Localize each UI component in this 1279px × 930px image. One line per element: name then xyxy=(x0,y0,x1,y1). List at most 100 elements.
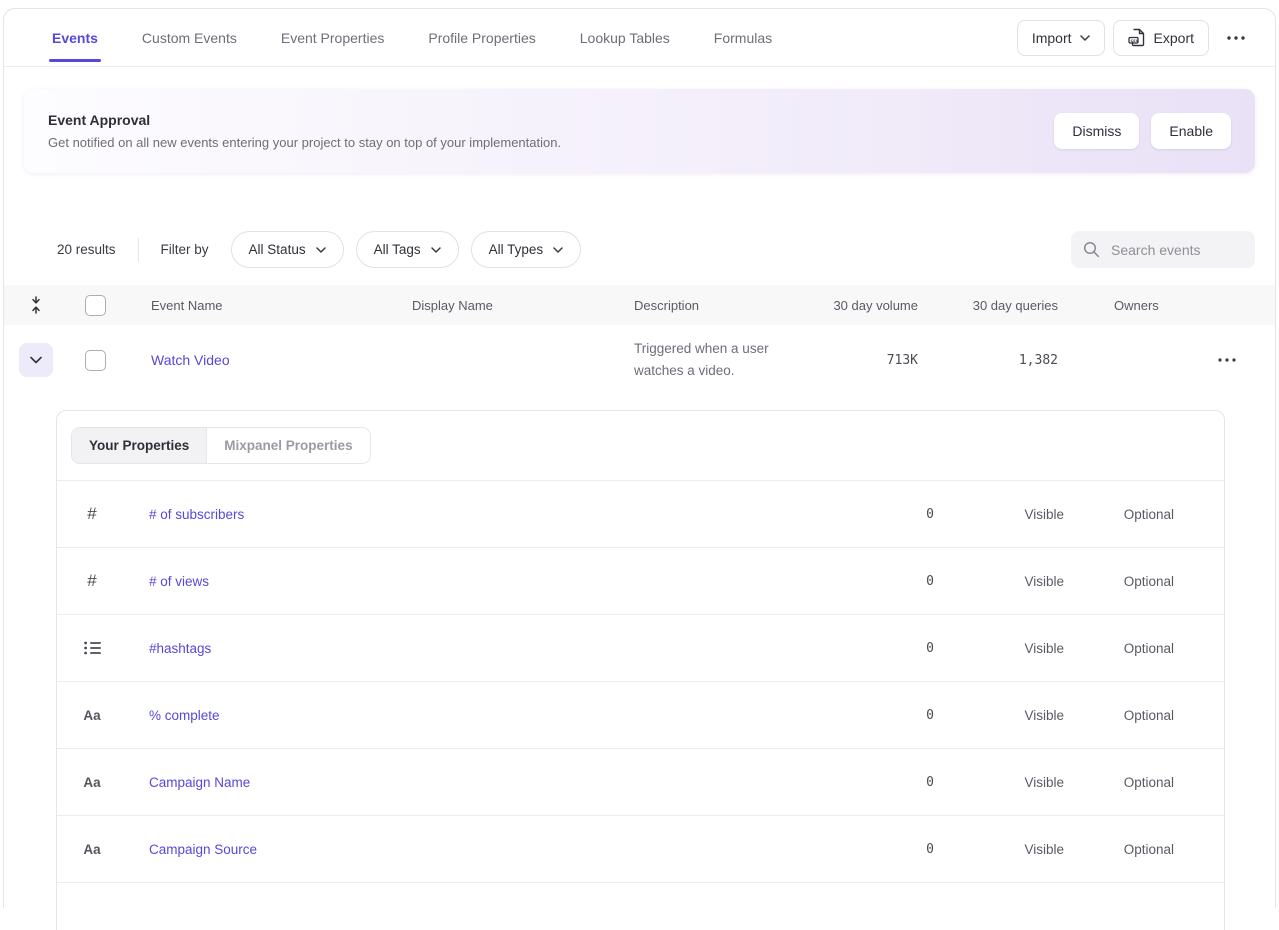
filter-dropdown-label: All Status xyxy=(249,242,306,257)
header-event-name: Event Name xyxy=(124,298,404,313)
svg-text:csv: csv xyxy=(1130,39,1138,44)
property-name-link[interactable]: % complete xyxy=(127,708,814,723)
event-30-day-volume: 713K xyxy=(818,353,918,368)
event-30-day-queries: 1,382 xyxy=(918,353,1058,368)
collapse-all-icon xyxy=(29,296,43,314)
property-name-link[interactable]: # of views xyxy=(127,574,814,589)
property-visibility: Visible xyxy=(934,574,1064,589)
more-actions-button[interactable] xyxy=(1217,20,1255,56)
number-type-icon: # xyxy=(87,571,96,591)
properties-list: # Aa # of subscribers 0 Visible Optional… xyxy=(57,481,1224,883)
property-requirement: Optional xyxy=(1064,708,1174,723)
tab-mixpanel-properties[interactable]: Mixpanel Properties xyxy=(206,428,369,463)
more-horizontal-icon xyxy=(1227,36,1245,40)
property-row: # Aa # of views 0 Visible Optional xyxy=(57,548,1224,615)
banner-description: Get notified on all new events entering … xyxy=(48,135,561,150)
lexicon-page: Events Custom Events Event Properties Profi… xyxy=(3,8,1276,908)
event-properties-panel: Your PropertiesMixpanel Properties # Aa … xyxy=(56,410,1225,930)
enable-button[interactable]: Enable xyxy=(1151,113,1231,149)
number-type-icon: # xyxy=(87,504,96,524)
divider xyxy=(138,238,139,262)
property-row: # Aa # of subscribers 0 Visible Optional xyxy=(57,481,1224,548)
nav-actions: Import csv Export xyxy=(1017,20,1255,56)
tab-lookup-tables[interactable]: Lookup Tables xyxy=(580,30,670,46)
tab-profile-properties[interactable]: Profile Properties xyxy=(428,30,535,46)
more-horizontal-icon xyxy=(1218,358,1236,362)
tab-your-properties[interactable]: Your Properties xyxy=(72,428,206,463)
filter-dropdown-label: All Tags xyxy=(374,242,421,257)
text-type-icon: Aa xyxy=(83,775,100,790)
chevron-down-icon xyxy=(431,247,441,253)
text-type-icon: Aa xyxy=(83,842,100,857)
banner-title: Event Approval xyxy=(48,112,561,128)
property-volume: 0 xyxy=(814,842,934,857)
header-30-day-queries: 30 day queries xyxy=(918,298,1058,313)
property-visibility: Visible xyxy=(934,708,1064,723)
filter-dropdowns: All Status All Tags All Types xyxy=(231,231,582,268)
dismiss-button[interactable]: Dismiss xyxy=(1054,113,1139,149)
header-30-day-volume: 30 day volume xyxy=(818,298,918,313)
property-visibility: Visible xyxy=(934,507,1064,522)
property-requirement: Optional xyxy=(1064,507,1174,522)
filter-bar: 20 results Filter by All Status All Tags… xyxy=(57,231,1255,268)
header-owners: Owners xyxy=(1058,298,1179,313)
tab-custom-events[interactable]: Custom Events xyxy=(142,30,237,46)
property-visibility: Visible xyxy=(934,775,1064,790)
property-row: # Aa #hashtags 0 Visible Optional xyxy=(57,615,1224,682)
event-approval-banner: Event Approval Get notified on all new e… xyxy=(24,89,1255,173)
filter-dropdown-label: All Types xyxy=(489,242,544,257)
filter-dropdown-all-status[interactable]: All Status xyxy=(231,231,344,268)
filter-by-label: Filter by xyxy=(161,242,209,257)
event-row-watch-video: Watch Video Triggered when a user watche… xyxy=(4,325,1275,395)
property-visibility: Visible xyxy=(934,842,1064,857)
property-volume: 0 xyxy=(814,775,934,790)
property-requirement: Optional xyxy=(1064,641,1174,656)
results-count: 20 results xyxy=(57,242,116,257)
property-volume: 0 xyxy=(814,641,934,656)
property-volume: 0 xyxy=(814,708,934,723)
chevron-down-icon xyxy=(1080,35,1090,41)
header-display-name: Display Name xyxy=(404,298,626,313)
property-volume: 0 xyxy=(814,574,934,589)
property-name-link[interactable]: # of subscribers xyxy=(127,507,814,522)
property-row: # Aa % complete 0 Visible Optional xyxy=(57,682,1224,749)
row-checkbox[interactable] xyxy=(85,350,106,371)
chevron-down-icon xyxy=(30,356,42,364)
list-type-icon xyxy=(84,641,101,655)
property-name-link[interactable]: Campaign Source xyxy=(127,842,814,857)
property-name-link[interactable]: #hashtags xyxy=(127,641,814,656)
event-description: Triggered when a user watches a video. xyxy=(626,338,818,381)
event-name-link[interactable]: Watch Video xyxy=(124,352,404,368)
chevron-down-icon xyxy=(553,247,563,253)
select-all-checkbox[interactable] xyxy=(85,295,106,316)
search-icon xyxy=(1083,241,1100,258)
events-table-header: Event Name Display Name Description 30 d… xyxy=(4,285,1275,325)
top-navigation: Events Custom Events Event Properties Profi… xyxy=(4,9,1275,67)
properties-tabs-row: Your PropertiesMixpanel Properties xyxy=(57,411,1224,481)
collapse-all-button[interactable] xyxy=(4,296,67,314)
header-description: Description xyxy=(626,298,818,313)
tab-event-properties[interactable]: Event Properties xyxy=(281,30,385,46)
tab-events[interactable]: Events xyxy=(52,30,98,46)
property-row: # Aa Campaign Source 0 Visible Optional xyxy=(57,816,1224,883)
property-requirement: Optional xyxy=(1064,842,1174,857)
import-button[interactable]: Import xyxy=(1017,20,1105,56)
search-input[interactable] xyxy=(1109,241,1243,259)
property-requirement: Optional xyxy=(1064,574,1174,589)
chevron-down-icon xyxy=(316,247,326,253)
property-visibility: Visible xyxy=(934,641,1064,656)
export-button[interactable]: csv Export xyxy=(1113,20,1209,56)
csv-file-icon: csv xyxy=(1128,28,1146,47)
nav-tabs: Events Custom Events Event Properties Profi… xyxy=(52,30,772,46)
property-requirement: Optional xyxy=(1064,775,1174,790)
row-actions-button[interactable] xyxy=(1179,358,1275,362)
collapse-row-button[interactable] xyxy=(19,343,53,377)
tab-formulas[interactable]: Formulas xyxy=(714,30,772,46)
property-name-link[interactable]: Campaign Name xyxy=(127,775,814,790)
filter-dropdown-all-tags[interactable]: All Tags xyxy=(356,231,459,268)
text-type-icon: Aa xyxy=(83,708,100,723)
property-volume: 0 xyxy=(814,507,934,522)
banner-text: Event Approval Get notified on all new e… xyxy=(48,112,561,150)
filter-dropdown-all-types[interactable]: All Types xyxy=(471,231,582,268)
search-box[interactable] xyxy=(1071,231,1255,268)
